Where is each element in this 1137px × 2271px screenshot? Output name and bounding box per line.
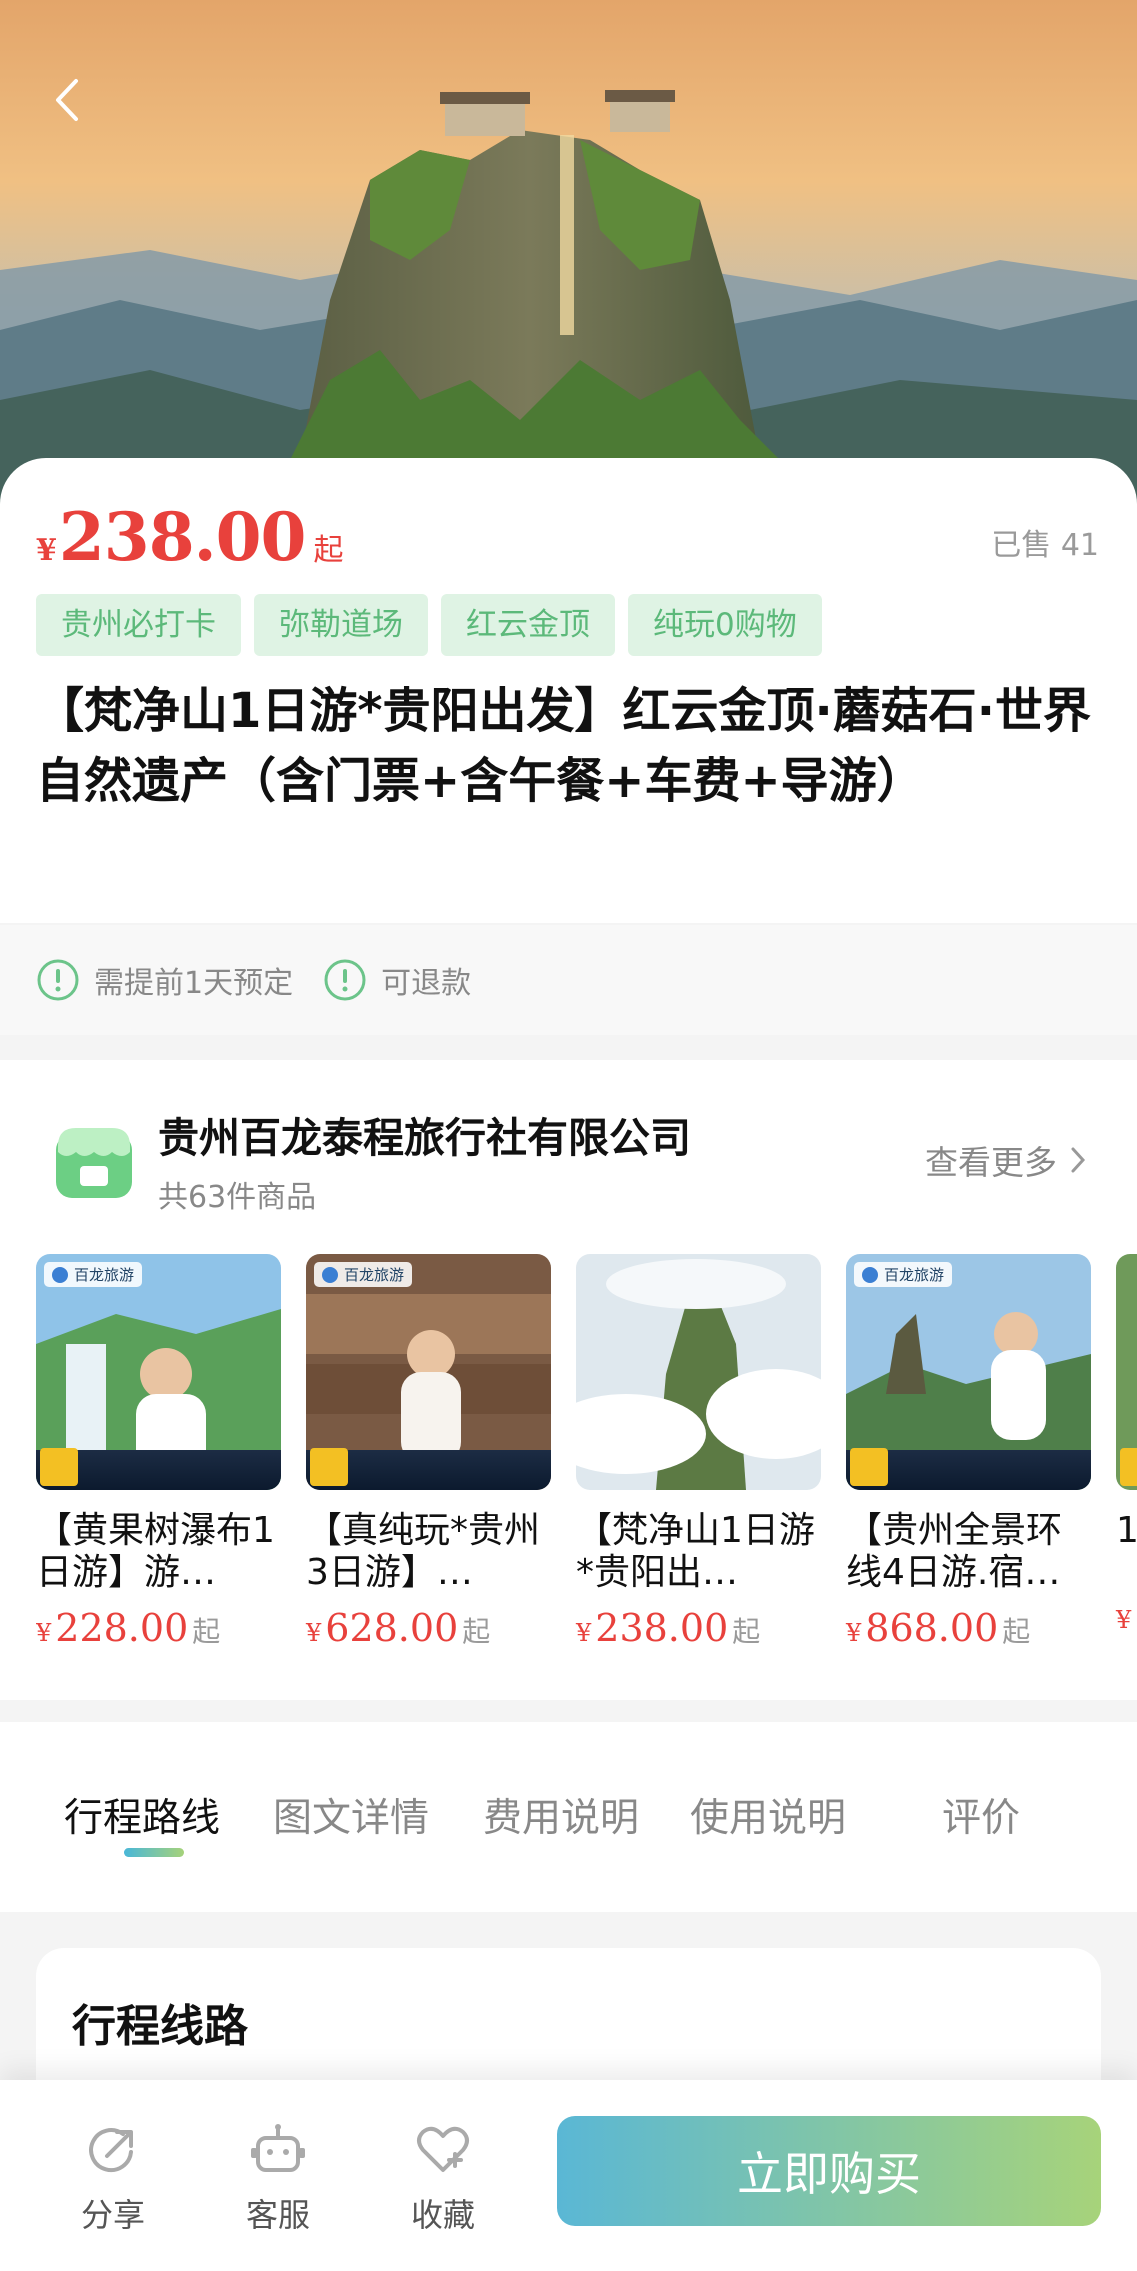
product-card[interactable]: 【梵净山1日游*贵阳出… ¥ 238.00 起 [576, 1254, 821, 1674]
tab-details[interactable]: 图文详情 [273, 1787, 429, 1843]
product-thumbnail: 百龙旅游 [846, 1254, 1091, 1490]
product-card[interactable]: 百龙旅游 【真纯玩*贵州3日游】… ¥ 628.00 起 [306, 1254, 551, 1674]
product-price: ¥ 228.00 起 [36, 1606, 221, 1650]
booking-notices: 需提前1天预定 可退款 [0, 925, 1137, 1035]
product-name: 【黄果树瀑布1日游】游… [36, 1510, 275, 1593]
notice-refundable: 可退款 [323, 958, 471, 1002]
chevron-right-icon [1071, 1147, 1086, 1173]
product-thumbnail [576, 1254, 821, 1490]
product-name: 【真纯玩*贵州3日游】… [306, 1510, 541, 1593]
product-info-card: ¥ 238.00 起 已售 41 贵州必打卡 弥勒道场 红云金顶 纯玩0购物 【… [0, 458, 1137, 923]
detail-tabs: 行程路线 图文详情 费用说明 使用说明 评价 [0, 1722, 1137, 1912]
mountain-photo [0, 0, 1137, 520]
product-thumbnail [1116, 1254, 1137, 1490]
product-price: ¥ [1116, 1606, 1132, 1634]
product-name: 1 [1116, 1510, 1137, 1551]
product-title: 【梵净山1日游*贵阳出发】红云金顶·蘑菇石·世界自然遗产（含门票+含午餐+车费+… [36, 683, 1091, 809]
alert-circle-icon [37, 959, 79, 1001]
shop-product-list: 百龙旅游 【黄果树瀑布1日游】游… ¥ 228.00 起 百龙旅游 【真纯玩*贵… [36, 1254, 1137, 1674]
brand-label: 百龙旅游 [44, 1262, 143, 1287]
buy-now-button[interactable]: 立即购买 [557, 2116, 1101, 2226]
share-button[interactable]: 分享 [68, 2120, 158, 2236]
tab-fees[interactable]: 费用说明 [483, 1787, 639, 1843]
shop-product-count: 共63件商品 [158, 1180, 317, 1215]
see-more-link[interactable]: 查看更多 [925, 1136, 1087, 1184]
heart-plus-icon [417, 2126, 469, 2172]
tab-reviews[interactable]: 评价 [942, 1787, 1020, 1843]
tab-usage[interactable]: 使用说明 [690, 1787, 846, 1843]
bottom-action-bar: 分享 客服 收藏 立即购买 [0, 2080, 1137, 2271]
product-price: ¥ 628.00 起 [306, 1606, 491, 1650]
notice-advance-booking: 需提前1天预定 [36, 958, 293, 1002]
active-tab-indicator [124, 1848, 184, 1857]
sold-count: 已售 41 [991, 528, 1099, 563]
product-name: 【梵净山1日游*贵阳出… [576, 1510, 815, 1593]
product-thumbnail: 百龙旅游 [306, 1254, 551, 1490]
tag: 贵州必打卡 [36, 594, 241, 656]
notice-label: 可退款 [381, 966, 472, 1001]
alert-circle-icon [324, 959, 366, 1001]
shop-name[interactable]: 贵州百龙泰程旅行社有限公司 [158, 1104, 691, 1164]
itinerary-title: 行程线路 [72, 2001, 248, 2052]
product-card[interactable]: 1 ¥ [1116, 1254, 1137, 1674]
robot-icon [251, 2124, 305, 2172]
share-label: 分享 [80, 2196, 145, 2234]
brand-label: 百龙旅游 [314, 1262, 413, 1287]
product-price: ¥ 238.00 起 [576, 1606, 761, 1650]
product-name: 【贵州全景环线4日游.宿… [846, 1510, 1063, 1593]
hero-image [0, 0, 1137, 520]
product-card[interactable]: 百龙旅游 【贵州全景环线4日游.宿… ¥ 868.00 起 [846, 1254, 1091, 1674]
price-currency: ¥ [36, 533, 57, 568]
product-price: ¥ 868.00 起 [846, 1606, 1031, 1650]
favorite-button[interactable]: 收藏 [398, 2120, 488, 2236]
tag-list: 贵州必打卡 弥勒道场 红云金顶 纯玩0购物 [36, 594, 822, 656]
tag: 弥勒道场 [254, 594, 428, 656]
customer-service-button[interactable]: 客服 [233, 2120, 323, 2236]
chevron-left-icon [56, 79, 78, 121]
back-button[interactable] [36, 70, 96, 130]
brand-label: 百龙旅游 [854, 1262, 953, 1287]
service-label: 客服 [245, 2196, 310, 2234]
tag: 纯玩0购物 [628, 594, 822, 656]
tag: 红云金顶 [441, 594, 615, 656]
tab-itinerary[interactable]: 行程路线 [64, 1787, 220, 1843]
shop-section: 贵州百龙泰程旅行社有限公司 共63件商品 查看更多 百龙旅游 【黄果树瀑布1日游… [0, 1060, 1137, 1700]
favorite-label: 收藏 [410, 2196, 475, 2234]
shop-icon [56, 1128, 132, 1198]
notice-label: 需提前1天预定 [94, 966, 294, 1001]
product-thumbnail: 百龙旅游 [36, 1254, 281, 1490]
share-icon [89, 2128, 133, 2173]
price-suffix: 起 [313, 533, 344, 568]
price-value: 238.00 [58, 498, 307, 576]
product-price: ¥ 238.00 起 [36, 498, 343, 576]
see-more-label: 查看更多 [925, 1143, 1057, 1182]
product-card[interactable]: 百龙旅游 【黄果树瀑布1日游】游… ¥ 228.00 起 [36, 1254, 281, 1674]
